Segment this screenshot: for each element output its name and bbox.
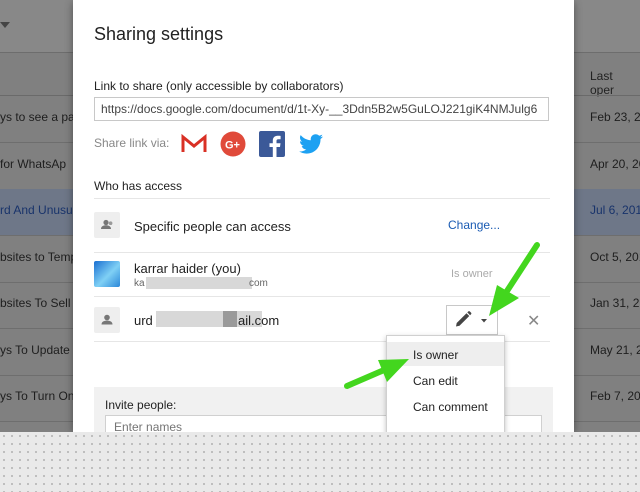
- chevron-down-icon[interactable]: [0, 22, 10, 28]
- divider: [94, 252, 550, 253]
- last-opened-date: Apr 20, 20: [590, 156, 640, 171]
- change-access-link[interactable]: Change...: [448, 218, 500, 232]
- avatar: [94, 261, 120, 287]
- divider: [94, 198, 550, 199]
- share-link-field[interactable]: [94, 97, 549, 121]
- last-opened-date: Feb 7, 201: [590, 389, 640, 403]
- permission-dropdown-menu: Is owner Can edit Can comment: [386, 335, 505, 432]
- people-icon: [94, 212, 120, 238]
- link-to-share-label: Link to share (only accessible by collab…: [94, 79, 344, 93]
- access-level-label: Specific people can access: [134, 219, 291, 234]
- owner-email-suffix: com: [249, 278, 268, 289]
- redacted-email: [223, 311, 237, 327]
- redacted-email: [146, 277, 252, 289]
- divider: [94, 296, 550, 297]
- option-can-comment[interactable]: Can comment: [387, 394, 504, 418]
- dialog-title: Sharing settings: [94, 24, 224, 44]
- document-title: bsites to Temp: [0, 249, 78, 264]
- collaborator-name-prefix: urd: [134, 313, 153, 328]
- option-is-owner[interactable]: Is owner: [387, 342, 504, 366]
- twitter-icon[interactable]: [298, 131, 324, 157]
- option-can-edit[interactable]: Can edit: [387, 368, 504, 392]
- share-via-label: Share link via:: [94, 136, 170, 150]
- who-has-access-label: Who has access: [94, 179, 183, 193]
- last-opened-date: Jul 6, 201: [590, 203, 640, 217]
- document-title: ys to see a pa: [0, 110, 75, 124]
- google-plus-icon[interactable]: G+: [220, 131, 246, 157]
- remove-person-icon[interactable]: ✕: [527, 311, 540, 331]
- invite-people-label: Invite people:: [105, 398, 177, 412]
- document-title: for WhatsAp: [0, 156, 67, 171]
- document-title: bsites To Sell Y: [0, 296, 82, 310]
- gmail-icon[interactable]: [181, 131, 207, 157]
- collaborator-email-suffix: ail.com: [238, 313, 280, 328]
- last-opened-date: Jan 31, 2: [590, 296, 640, 310]
- document-title: ys To Update M: [0, 342, 84, 357]
- facebook-icon[interactable]: [259, 131, 285, 157]
- pencil-icon: [456, 311, 472, 327]
- person-icon: [94, 307, 120, 333]
- owner-email-prefix: ka: [134, 278, 145, 289]
- last-opened-date: Feb 23, 20: [590, 110, 640, 124]
- owner-role-label: Is owner: [451, 268, 493, 280]
- document-title: rd And Unusu: [0, 203, 73, 217]
- svg-text:G+: G+: [225, 140, 240, 152]
- last-opened-column-header[interactable]: Last oper: [590, 69, 640, 97]
- last-opened-date: Oct 5, 201: [590, 249, 640, 264]
- permission-dropdown-button[interactable]: [446, 305, 498, 335]
- last-opened-date: May 21, 2: [590, 342, 640, 357]
- owner-name: karrar haider (you): [134, 261, 241, 276]
- dotted-background-strip: [0, 432, 640, 492]
- caret-down-icon: [481, 319, 487, 323]
- sharing-settings-dialog: Sharing settings Link to share (only acc…: [73, 0, 574, 432]
- document-title: ys To Turn On: [0, 389, 75, 403]
